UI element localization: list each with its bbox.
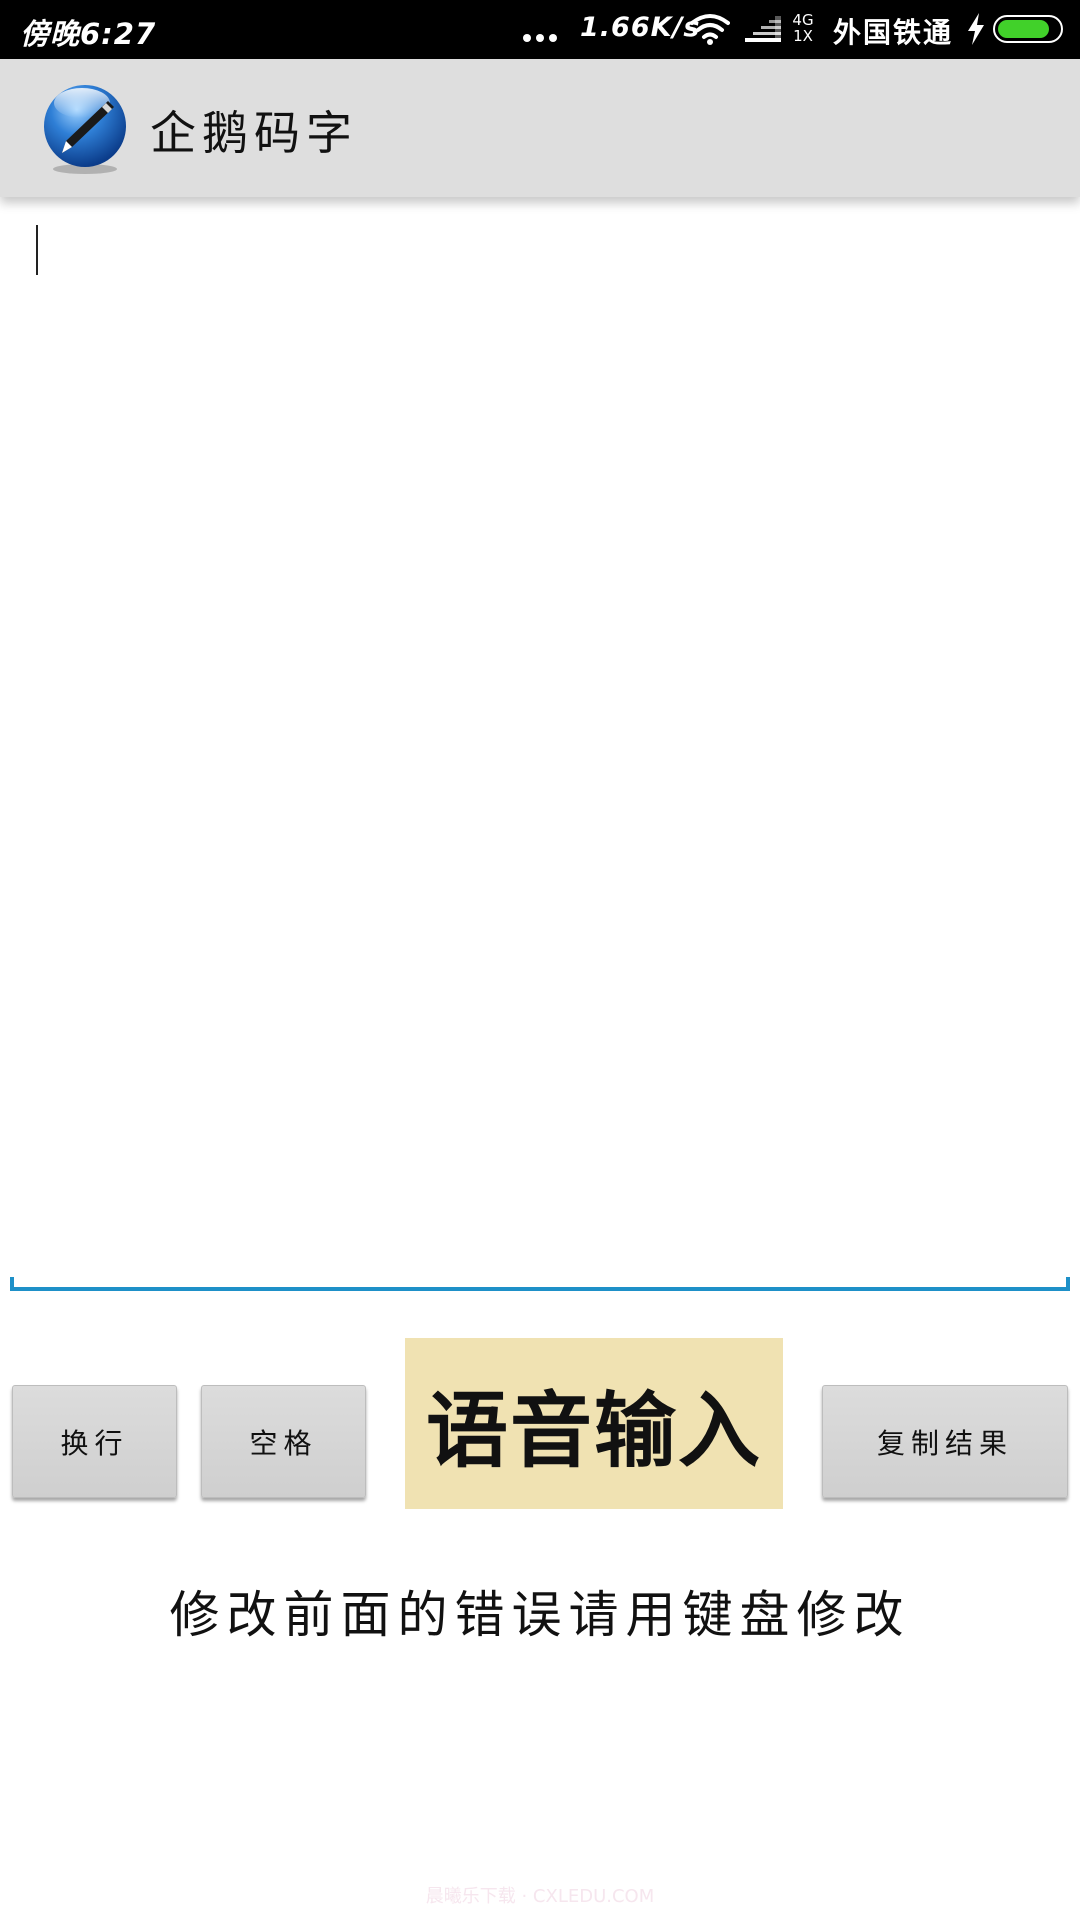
status-time: 傍晚6:27: [20, 17, 157, 51]
status-bar: 傍晚6:27 1.66K/s 4G 1X 外国铁通: [0, 0, 1080, 59]
app-screen: 傍晚6:27 1.66K/s 4G 1X 外国铁通 企鹅码字 换行 空格 语音输…: [0, 0, 1080, 1920]
more-dots-icon: [523, 34, 557, 42]
network-speed: 1.66K/s: [580, 12, 701, 43]
battery-fill: [998, 20, 1049, 38]
editor-underline-left-tick: [10, 1277, 14, 1291]
network-type-1x: 1X: [793, 27, 813, 45]
wifi-icon: [690, 14, 730, 45]
battery-icon: [993, 15, 1063, 43]
charging-bolt-icon: [968, 13, 984, 45]
signal-icon: [745, 16, 781, 42]
space-button[interactable]: 空格: [201, 1385, 366, 1498]
app-title: 企鹅码字: [150, 106, 358, 160]
hint-text: 修改前面的错误请用键盘修改: [169, 1586, 911, 1644]
carrier-name: 外国铁通: [833, 16, 954, 49]
voice-input-button[interactable]: 语音输入: [405, 1338, 783, 1509]
editor-underline-right-tick: [1066, 1277, 1070, 1291]
app-bar: 企鹅码字: [0, 59, 1080, 197]
pen-globe-logo-icon: [44, 85, 126, 174]
text-cursor: [36, 225, 38, 275]
editor-underline: [10, 1287, 1070, 1291]
network-type: 4G 1X: [790, 12, 816, 44]
watermark: 晨曦乐下载 · CXLEDU.COM: [425, 1886, 655, 1907]
copy-result-button[interactable]: 复制结果: [822, 1385, 1068, 1498]
text-editor[interactable]: [10, 210, 1070, 1290]
newline-button[interactable]: 换行: [12, 1385, 177, 1498]
network-type-4g: 4G: [792, 11, 814, 29]
